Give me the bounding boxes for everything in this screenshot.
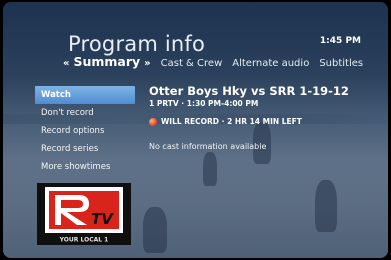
- svg-text:TV: TV: [91, 210, 114, 228]
- tab-alternate-audio[interactable]: Alternate audio: [232, 58, 309, 69]
- menu-item-record-series[interactable]: Record series: [35, 140, 135, 158]
- tab-subtitles[interactable]: Subtitles: [319, 58, 363, 69]
- menu-item-record-options[interactable]: Record options: [35, 122, 135, 140]
- tab-bar: « Summary » Cast & Crew Alternate audio …: [63, 54, 363, 69]
- page-title: Program info: [68, 32, 206, 56]
- channel-logo: TV YOUR LOCAL 1: [37, 183, 131, 245]
- cast-info: No cast information available: [149, 142, 267, 151]
- action-menu: Watch Don't record Record options Record…: [35, 86, 135, 176]
- menu-item-dont-record[interactable]: Don't record: [35, 104, 135, 122]
- svg-text:YOUR LOCAL 1: YOUR LOCAL 1: [59, 237, 109, 244]
- chevron-left-icon[interactable]: «: [63, 58, 69, 69]
- program-channel-time: 1 PRTV · 1:30 PM-4:00 PM: [149, 99, 259, 108]
- chevron-right-icon[interactable]: »: [144, 58, 150, 69]
- clock: 1:45 PM: [319, 36, 361, 46]
- record-status: WILL RECORD · 2 HR 14 MIN LEFT: [161, 117, 302, 126]
- record-status-row: WILL RECORD · 2 HR 14 MIN LEFT: [149, 117, 384, 126]
- tab-summary[interactable]: « Summary »: [63, 54, 151, 69]
- tv-screen: Program info 1:45 PM « Summary » Cast & …: [3, 2, 388, 258]
- menu-item-more-showtimes[interactable]: More showtimes: [35, 158, 135, 176]
- menu-item-watch[interactable]: Watch: [35, 86, 135, 104]
- tab-cast-crew[interactable]: Cast & Crew: [161, 58, 223, 69]
- program-details: Otter Boys Hky vs SRR 1-19-12 1 PRTV · 1…: [149, 84, 384, 151]
- tab-summary-label: Summary: [73, 54, 141, 69]
- record-dot-icon: [149, 117, 157, 126]
- rtv-logo-graphic: TV YOUR LOCAL 1: [37, 183, 131, 245]
- program-title: Otter Boys Hky vs SRR 1-19-12: [149, 84, 349, 98]
